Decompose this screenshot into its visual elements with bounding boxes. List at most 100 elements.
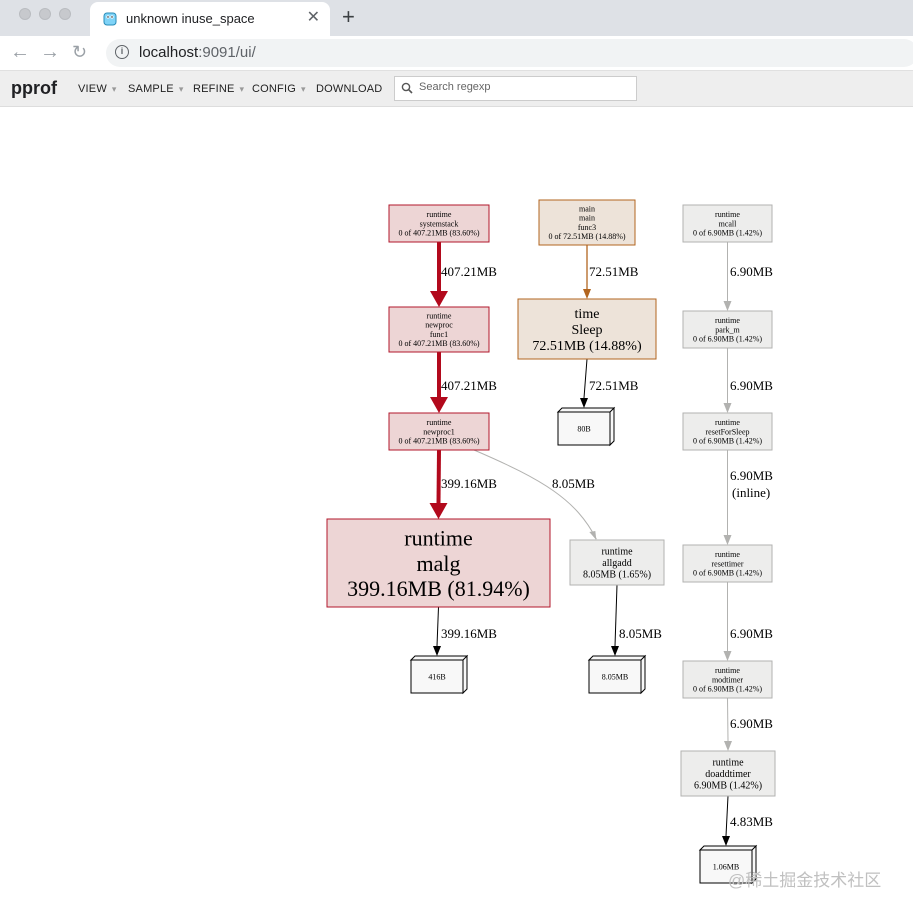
leaf-label: 8.05MB [602, 673, 628, 682]
graph-edge[interactable]: 4.83MB [722, 795, 773, 846]
watermark: @稀土掘金技术社区 [728, 871, 882, 890]
graph-node-newproc[interactable]: runtimenewprocfunc10 of 407.21MB (83.60%… [388, 306, 490, 353]
graph-node-label: allgadd [602, 558, 631, 569]
tab-close-icon[interactable]: ✕ [307, 9, 320, 27]
graph-edge-arrowhead [583, 289, 591, 299]
graph-edge-arrowhead [722, 836, 730, 846]
menu-sample-label: SAMPLE [128, 83, 174, 95]
graph-edge[interactable]: 6.90MB [724, 697, 773, 751]
graph-edge[interactable]: 407.21MB [430, 352, 497, 413]
graph-edge-label: 407.21MB [441, 378, 497, 393]
graph-node-label: park_m [715, 325, 740, 334]
graph-node-mainfunc3[interactable]: mainmainfunc30 of 72.51MB (14.88%) [538, 199, 636, 246]
menu-config[interactable]: CONFIG ▾ [252, 83, 306, 95]
graph-node-label: 0 of 6.90MB (1.42%) [693, 569, 762, 578]
browser-tab-bar: unknown inuse_space ✕ + [0, 0, 913, 36]
graph-edge-arrowhead [430, 397, 448, 413]
graph-edge[interactable]: 399.16MB [429, 449, 498, 519]
graph-edge-arrowhead [723, 535, 732, 545]
graph-node-label: runtime [427, 312, 452, 321]
url-path: :9091/ui/ [198, 44, 256, 61]
graph-node-label: 8.05MB (1.65%) [583, 570, 651, 581]
menu-sample[interactable]: SAMPLE ▾ [128, 83, 184, 95]
menu-view[interactable]: VIEW ▾ [78, 83, 117, 95]
search-box[interactable] [394, 76, 637, 101]
graph-node-label: 0 of 407.21MB (83.60%) [398, 229, 479, 238]
graph-edge-label: 399.16MB [441, 626, 497, 641]
graph-node-label: mcall [719, 219, 738, 228]
call-graph: 407.21MB 407.21MB 399.16MB 8.05MB 399.16MB 8.… [326, 199, 776, 885]
graph-node-label: runtime [427, 210, 452, 219]
graph-node-doaddtimer[interactable]: runtimedoaddtimer6.90MB (1.42%) [680, 750, 776, 797]
graph-node-newproc1[interactable]: runtimenewproc10 of 407.21MB (83.60%) [388, 412, 490, 451]
graph-edge[interactable]: 6.90MB [723, 242, 774, 311]
graph-edge[interactable]: 407.21MB [430, 242, 497, 307]
forward-arrow-icon[interactable]: → [40, 39, 60, 65]
graph-edge-label: 4.83MB [730, 814, 773, 829]
graph-node-label: 0 of 407.21MB (83.60%) [398, 339, 479, 348]
graph-node-park_m[interactable]: runtimepark_m0 of 6.90MB (1.42%) [682, 310, 773, 349]
graph-node-resettimer[interactable]: runtimeresettimer0 of 6.90MB (1.42%) [682, 544, 773, 583]
graph-edge[interactable]: 72.51MB [580, 358, 639, 408]
window-close-control[interactable] [19, 8, 31, 20]
graph-edge-arrowhead [724, 741, 732, 751]
gopher-favicon-icon [103, 12, 117, 26]
graph-edge[interactable]: 399.16MB [433, 606, 497, 656]
new-tab-button[interactable]: + [342, 5, 355, 29]
graph-edge-label: 6.90MB [730, 264, 773, 279]
tab-title: unknown inuse_space [126, 11, 255, 26]
graph-node-malg[interactable]: runtimemalg399.16MB (81.94%) [326, 518, 551, 608]
graph-edge-label: 6.90MB [730, 378, 773, 393]
menu-refine[interactable]: REFINE ▾ [193, 83, 244, 95]
graph-edge[interactable]: 6.90MB (inline) [723, 450, 774, 545]
graph-edge-line [614, 584, 618, 647]
graph-node-label: malg [417, 551, 461, 576]
graph-node-modtimer[interactable]: runtimemodtimer0 of 6.90MB (1.42%) [682, 660, 773, 699]
menu-view-label: VIEW [78, 83, 107, 95]
graph-node-allgadd[interactable]: runtimeallgadd8.05MB (1.65%) [569, 539, 665, 586]
graph-edge-label: 72.51MB [589, 378, 639, 393]
graph-edge[interactable]: 8.05MB [611, 584, 662, 656]
graph-node-mcall[interactable]: runtimemcall0 of 6.90MB (1.42%) [682, 204, 773, 243]
menu-config-label: CONFIG [252, 83, 296, 95]
graph-edge-arrowhead [433, 646, 441, 656]
graph-leaf-416b[interactable]: 416B [409, 654, 469, 695]
graph-node-label: 0 of 407.21MB (83.60%) [398, 437, 479, 446]
window-minimize-control[interactable] [39, 8, 51, 20]
menu-download[interactable]: DOWNLOAD [316, 83, 382, 95]
graph-edge-label: 72.51MB [589, 264, 639, 279]
graph-edge-line [727, 697, 729, 742]
graph-edge[interactable]: 6.90MB [723, 582, 774, 661]
graph-leaf-80b[interactable]: 80B [556, 406, 616, 447]
graph-edge-arrowhead [611, 646, 619, 656]
address-url[interactable]: localhost:9091/ui/ [139, 44, 256, 61]
graph-node-label: runtime [715, 316, 740, 325]
graph-edge-label: 6.90MB [730, 716, 773, 731]
graph-node-label: runtime [715, 666, 740, 675]
menu-view-caret-icon: ▾ [111, 84, 117, 94]
graph-node-label: runtime [715, 418, 740, 427]
window-zoom-control[interactable] [59, 8, 71, 20]
graph-node-resetforsleep[interactable]: runtimeresetForSleep0 of 6.90MB (1.42%) [682, 412, 773, 451]
url-host: localhost [139, 44, 199, 61]
graph-edge[interactable]: 72.51MB [583, 245, 639, 299]
graph-edge-label: 6.90MB [730, 626, 773, 641]
graph-node-label: 72.51MB (14.88%) [532, 339, 642, 354]
graph-node-label: 399.16MB (81.94%) [347, 576, 530, 601]
graph-leaf-8.05mb[interactable]: 8.05MB [587, 654, 647, 695]
graph-edge[interactable]: 6.90MB [723, 348, 774, 413]
graph-node-label: newproc1 [423, 427, 455, 436]
graph-edge-arrowhead [429, 503, 448, 519]
search-input[interactable] [417, 80, 631, 94]
graph-edge-arrowhead [580, 398, 588, 408]
pprof-header: pprof VIEW ▾ SAMPLE ▾ REFINE ▾ CONFIG ▾ DOWN… [0, 71, 913, 107]
site-info-icon[interactable]: i [115, 45, 129, 59]
back-arrow-icon[interactable]: ← [10, 39, 30, 65]
reload-icon[interactable]: ↻ [72, 39, 87, 65]
graph-node-systemstack[interactable]: runtimesystemstack0 of 407.21MB (83.60%) [388, 204, 490, 243]
graph-edge-line [436, 449, 441, 504]
address-bar[interactable]: i localhost:9091/ui/ [106, 39, 913, 67]
graph-edge-arrowhead [430, 291, 448, 307]
graph-node-sleep[interactable]: timeSleep72.51MB (14.88%) [517, 298, 657, 360]
browser-tab[interactable]: unknown inuse_space ✕ [90, 2, 330, 36]
